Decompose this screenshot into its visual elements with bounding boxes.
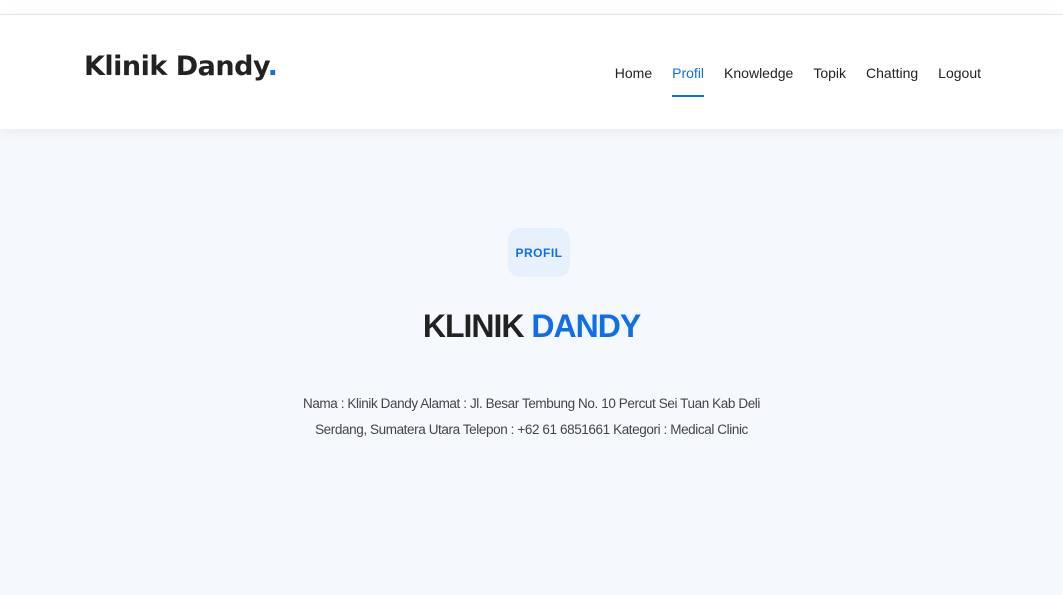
profile-section: PROFIL KLINIK DANDY Nama : Klinik Dandy … <box>0 129 1063 595</box>
nav-item-knowledge[interactable]: Knowledge <box>714 63 803 83</box>
section-description: Nama : Klinik Dandy Alamat : Jl. Besar T… <box>300 391 763 443</box>
logo-dot: . <box>267 51 278 82</box>
description-line-2: Serdang, Sumatera Utara Telepon : +62 61… <box>315 422 748 437</box>
section-title-accent: DANDY <box>531 308 641 344</box>
section-title: KLINIK DANDY <box>0 304 1063 348</box>
nav-item-logout[interactable]: Logout <box>928 63 991 83</box>
site-header: Klinik Dandy. Home Profil Knowledge Topi… <box>0 15 1063 129</box>
description-line-1: Nama : Klinik Dandy Alamat : Jl. Besar T… <box>302 396 761 411</box>
nav-item-chatting[interactable]: Chatting <box>856 63 928 83</box>
nav-item-topik[interactable]: Topik <box>803 63 856 83</box>
page: Klinik Dandy. Home Profil Knowledge Topi… <box>0 0 1063 595</box>
nav-item-profil[interactable]: Profil <box>662 63 714 97</box>
section-badge: PROFIL <box>508 228 570 277</box>
logo-text: Klinik Dandy <box>84 51 268 82</box>
nav-item-home[interactable]: Home <box>605 63 662 83</box>
site-logo[interactable]: Klinik Dandy. <box>84 51 278 82</box>
section-title-first: KLINIK <box>422 308 532 344</box>
main-nav: Home Profil Knowledge Topik Chatting Log… <box>605 63 991 97</box>
